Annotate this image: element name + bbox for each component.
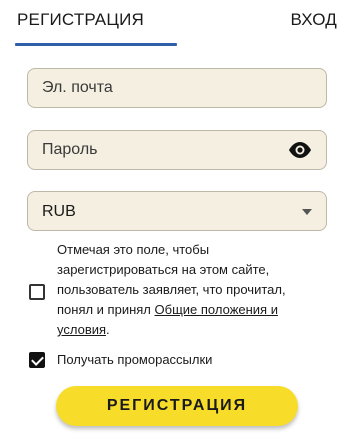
terms-suffix: . xyxy=(106,322,110,337)
terms-checkbox[interactable] xyxy=(29,284,45,300)
currency-value: RUB xyxy=(42,203,76,220)
password-field[interactable] xyxy=(27,130,327,170)
terms-text: Отмечая это поле, чтобы зарегистрировать… xyxy=(57,240,317,340)
promo-checkbox[interactable] xyxy=(29,352,45,368)
password-input[interactable] xyxy=(28,131,326,169)
tab-register[interactable]: РЕГИСТРАЦИЯ xyxy=(17,10,144,30)
eye-icon[interactable] xyxy=(287,141,313,159)
auth-tabs: РЕГИСТРАЦИЯ ВХОД xyxy=(0,0,350,48)
caret-down-icon xyxy=(302,209,312,215)
email-input[interactable] xyxy=(28,69,326,107)
checkmark-icon xyxy=(31,353,44,366)
tab-login[interactable]: ВХОД xyxy=(290,10,337,30)
promo-label: Получать проморассылки xyxy=(57,352,213,367)
active-tab-indicator xyxy=(15,43,177,46)
email-field[interactable] xyxy=(27,68,327,108)
register-submit-button[interactable]: РЕГИСТРАЦИЯ xyxy=(56,386,298,426)
currency-select[interactable]: RUB xyxy=(27,191,327,231)
